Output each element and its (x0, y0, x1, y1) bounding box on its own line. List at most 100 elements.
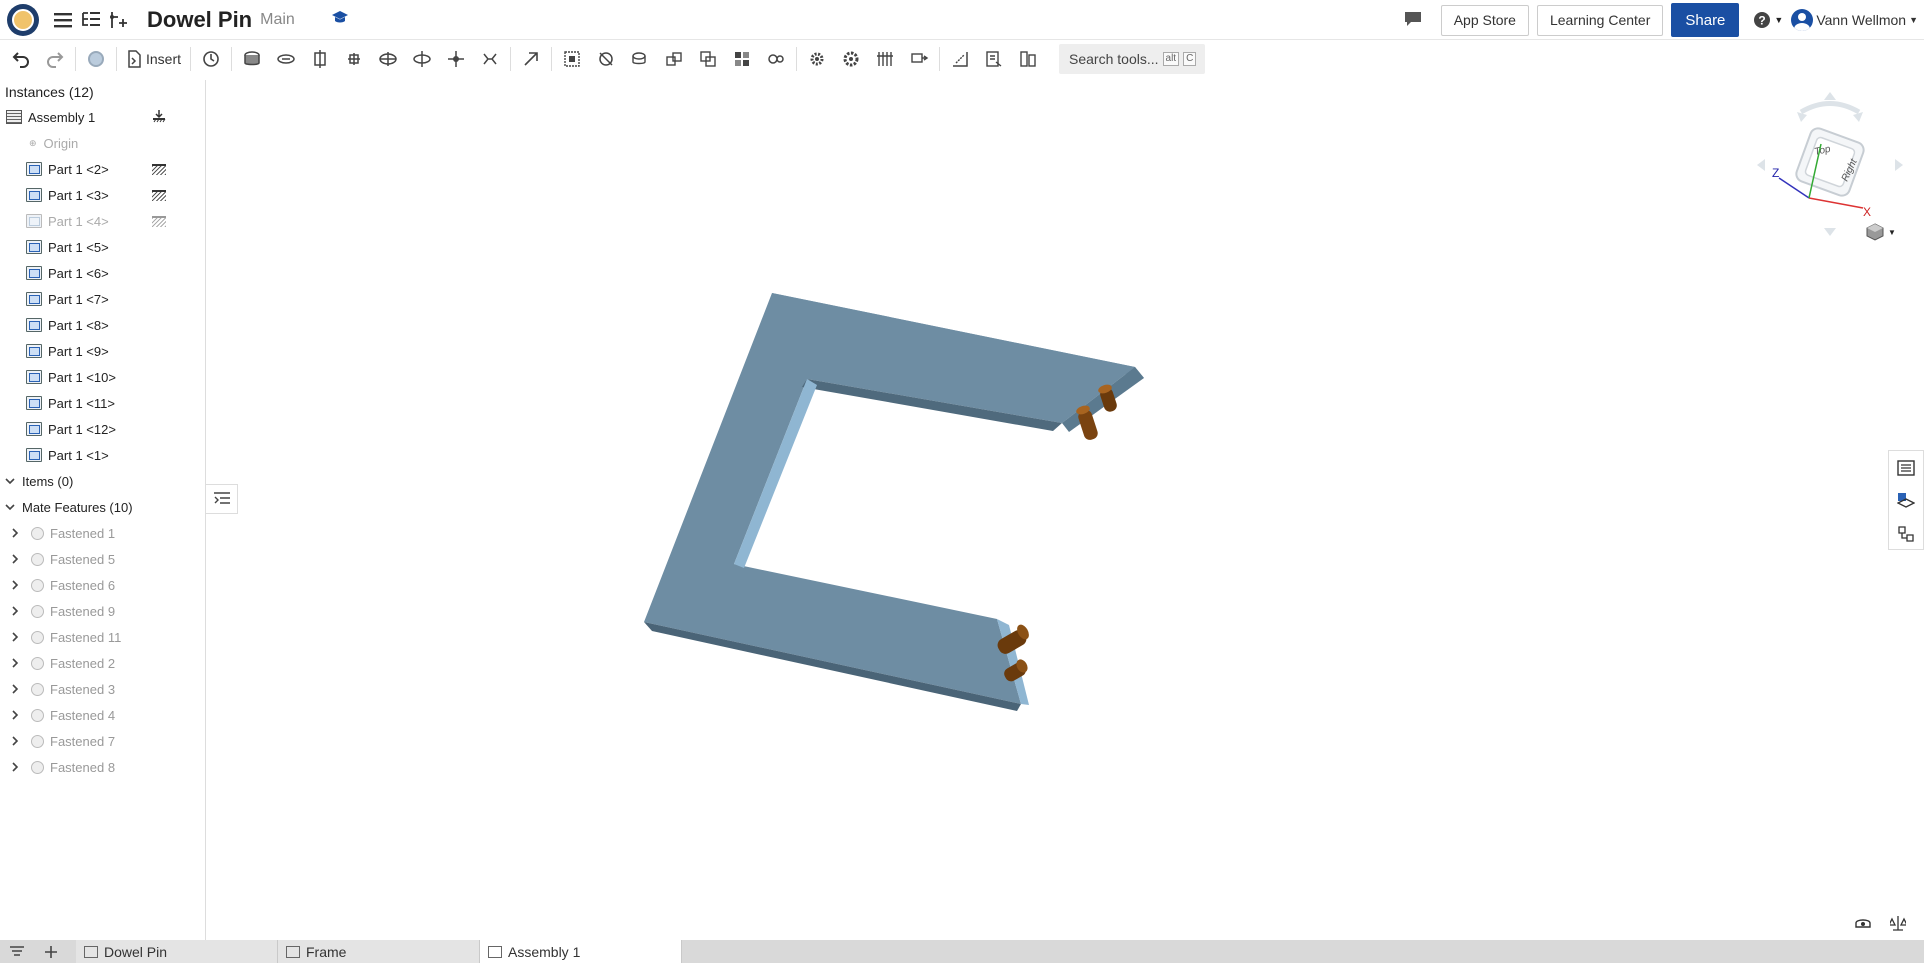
onshape-logo[interactable] (7, 3, 39, 36)
view-mode-dropdown[interactable]: ▼ (1866, 223, 1896, 241)
appearance-icon[interactable] (1889, 484, 1923, 517)
toolbar-divider (796, 46, 798, 71)
share-button[interactable]: Share (1671, 3, 1740, 37)
chevron-right-icon[interactable] (12, 656, 19, 671)
section-view-icon[interactable] (977, 44, 1011, 74)
mate-feature-row[interactable]: Fastened 5 (0, 546, 205, 572)
mate-feature-row[interactable]: Fastened 9 (0, 598, 205, 624)
chevron-right-icon[interactable] (12, 708, 19, 723)
mate-feature-row[interactable]: Fastened 4 (0, 702, 205, 728)
chevron-right-icon[interactable] (12, 578, 19, 593)
chevron-right-icon[interactable] (12, 552, 19, 567)
mate-feature-row[interactable]: Fastened 6 (0, 572, 205, 598)
gear-icon[interactable] (800, 44, 834, 74)
chevron-right-icon[interactable] (12, 526, 19, 541)
document-tab[interactable]: Assembly 1 (480, 940, 682, 963)
document-tab[interactable]: Frame (278, 940, 480, 963)
part-instance-row[interactable]: Part 1 <9> (0, 338, 205, 364)
fix-assembly-icon[interactable] (152, 109, 166, 126)
mate-feature-row[interactable]: Fastened 3 (0, 676, 205, 702)
part-instance-row[interactable]: Part 1 <7> (0, 286, 205, 312)
fixed-icon[interactable] (152, 163, 166, 175)
parallel-mate-icon[interactable] (473, 44, 507, 74)
feature-list-icon[interactable] (77, 6, 105, 34)
mate-feature-row[interactable]: Fastened 1 (0, 520, 205, 546)
fastened-mate-icon[interactable] (235, 44, 269, 74)
mate-values-icon[interactable] (1889, 517, 1923, 550)
fixed-icon[interactable] (152, 189, 166, 201)
graduation-cap-icon[interactable] (331, 10, 349, 29)
tangent-mate-icon[interactable] (589, 44, 623, 74)
named-views-icon[interactable] (194, 44, 228, 74)
insert-button[interactable]: Insert (120, 44, 187, 74)
search-tools-input[interactable]: Search tools... alt C (1059, 43, 1206, 74)
part-instance-row[interactable]: Part 1 <1> (0, 442, 205, 468)
ball-mate-icon[interactable] (439, 44, 473, 74)
document-tab[interactable]: Dowel Pin (76, 940, 278, 963)
slider-mate-icon[interactable] (303, 44, 337, 74)
help-icon[interactable]: ? ▼ (1753, 11, 1783, 29)
pin-slot-mate-icon[interactable] (405, 44, 439, 74)
origin-row[interactable]: ⊕ Origin (0, 130, 205, 156)
app-store-button[interactable]: App Store (1440, 4, 1529, 36)
fit-to-screen-icon[interactable] (902, 44, 936, 74)
tab-filter-icon[interactable] (0, 940, 34, 963)
part-studio-tab-icon (84, 945, 98, 958)
part-instance-row[interactable]: Part 1 <10> (0, 364, 205, 390)
measure-icon[interactable] (943, 44, 977, 74)
redo-icon[interactable] (38, 44, 72, 74)
properties-icon[interactable] (1889, 451, 1923, 484)
screw-relation-icon[interactable] (759, 44, 793, 74)
undo-icon[interactable] (4, 44, 38, 74)
graphics-viewport[interactable] (207, 80, 1924, 940)
part-instance-row[interactable]: Part 1 <5> (0, 234, 205, 260)
part-instance-row[interactable]: Part 1 <8> (0, 312, 205, 338)
assembly-row[interactable]: Assembly 1 (0, 104, 205, 130)
camera-icon[interactable] (1854, 915, 1872, 934)
assembly-model[interactable] (207, 80, 1924, 940)
part-icon (26, 214, 42, 228)
items-header-row[interactable]: Items (0) (0, 468, 205, 494)
part-instance-row[interactable]: Part 1 <6> (0, 260, 205, 286)
comment-icon[interactable] (1403, 10, 1423, 31)
chevron-right-icon[interactable] (12, 734, 19, 749)
mate-feature-row[interactable]: Fastened 7 (0, 728, 205, 754)
pattern-icon[interactable] (725, 44, 759, 74)
revolute-mate-icon[interactable] (269, 44, 303, 74)
fixed-icon[interactable] (152, 215, 166, 227)
part-instance-row[interactable]: Part 1 <4> (0, 208, 205, 234)
mate-feature-row[interactable]: Fastened 2 (0, 650, 205, 676)
units-icon[interactable] (1887, 915, 1909, 934)
mate-feature-row[interactable]: Fastened 8 (0, 754, 205, 780)
learning-center-button[interactable]: Learning Center (1536, 4, 1664, 36)
mate-feature-row[interactable]: Fastened 11 (0, 624, 205, 650)
mate-connector-icon[interactable] (514, 44, 548, 74)
chevron-right-icon[interactable] (12, 630, 19, 645)
cylindrical-mate-icon[interactable] (371, 44, 405, 74)
configuration-icon[interactable] (79, 44, 113, 74)
gear-relation-icon[interactable] (657, 44, 691, 74)
add-tab-icon[interactable] (34, 940, 68, 963)
hamburger-menu-icon[interactable] (49, 6, 77, 34)
chevron-right-icon[interactable] (12, 604, 19, 619)
part-instance-row[interactable]: Part 1 <11> (0, 390, 205, 416)
chevron-right-icon[interactable] (12, 682, 19, 697)
linear-pattern-icon[interactable] (868, 44, 902, 74)
document-title[interactable]: Dowel Pin (147, 7, 252, 33)
user-menu[interactable]: Vann Wellmon ▼ (1791, 9, 1918, 31)
explode-view-icon[interactable] (1011, 44, 1045, 74)
group-icon[interactable] (555, 44, 589, 74)
replicate-icon[interactable] (623, 44, 657, 74)
mate-features-header-row[interactable]: Mate Features (10) (0, 494, 205, 520)
part-instance-row[interactable]: Part 1 <12> (0, 416, 205, 442)
planar-mate-icon[interactable] (337, 44, 371, 74)
add-feature-icon[interactable] (105, 6, 133, 34)
chevron-right-icon[interactable] (12, 760, 19, 775)
part-instance-row[interactable]: Part 1 <2> (0, 156, 205, 182)
branch-label[interactable]: Main (260, 11, 295, 29)
rack-pinion-icon[interactable] (691, 44, 725, 74)
view-cube[interactable]: Top Right X Z (1755, 90, 1905, 240)
gear-settings-icon[interactable] (834, 44, 868, 74)
document-tab-label: Dowel Pin (104, 943, 168, 960)
part-instance-row[interactable]: Part 1 <3> (0, 182, 205, 208)
